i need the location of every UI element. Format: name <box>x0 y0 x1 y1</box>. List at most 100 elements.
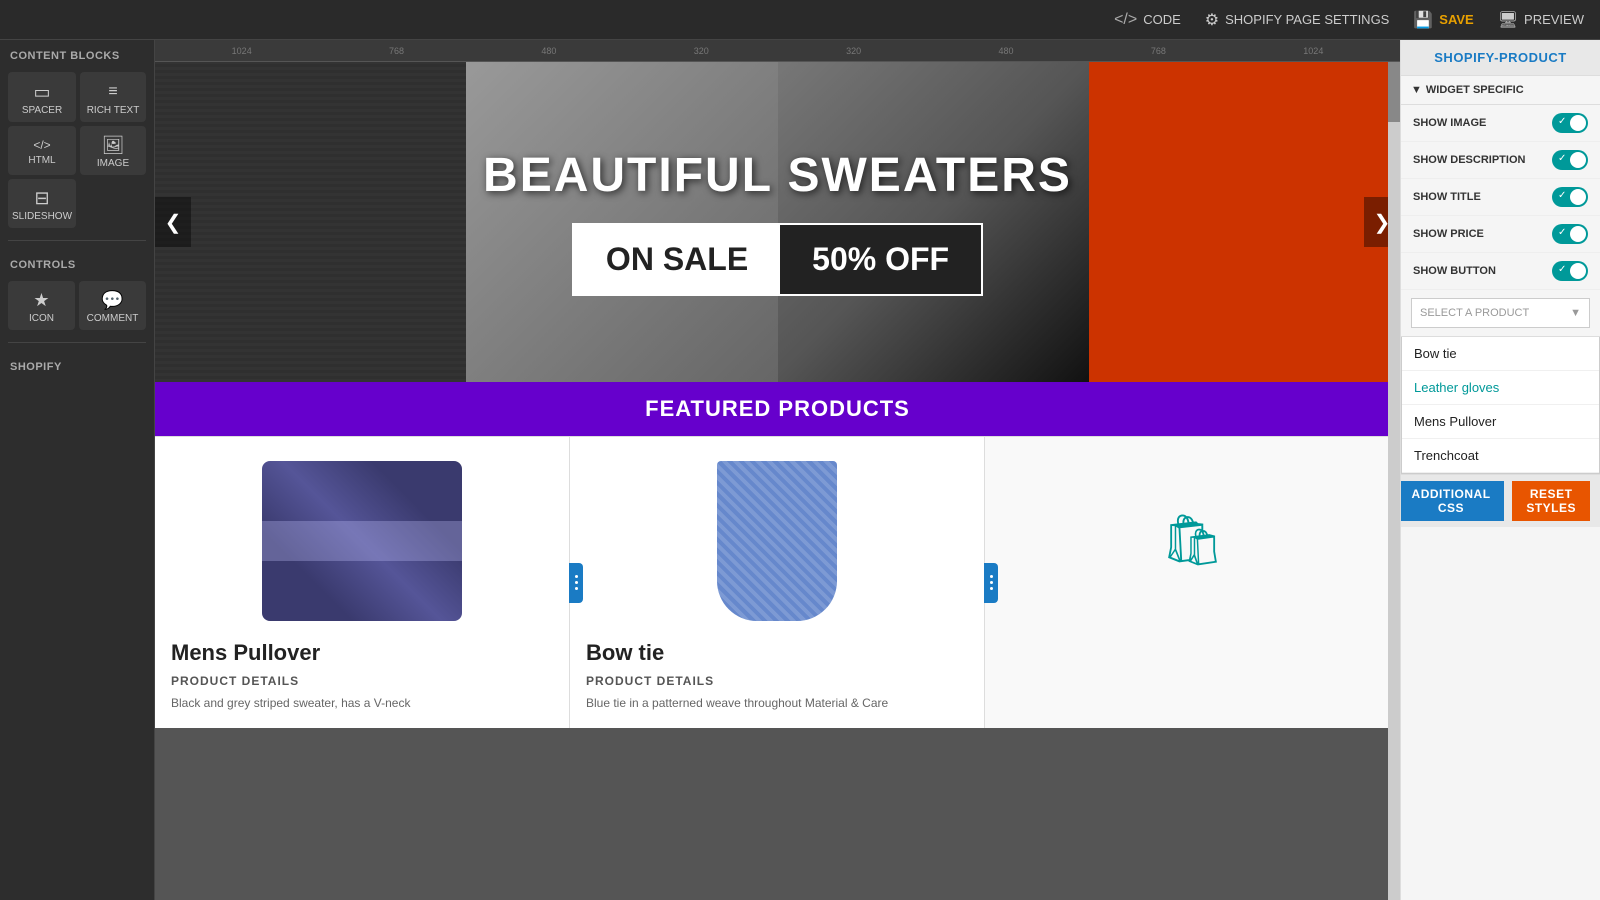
hero-sale-right: 50% OFF <box>780 225 981 294</box>
show-description-toggle[interactable]: ✓ <box>1552 150 1588 170</box>
show-button-label: SHOW BUTTON <box>1413 265 1496 277</box>
settings-label: SHOPIFY PAGE SETTINGS <box>1225 12 1389 27</box>
sidebar-divider-1 <box>8 240 146 241</box>
sidebar-item-rich-text[interactable]: ≡ RICH TEXT <box>80 72 146 122</box>
select-product-row: SELECT A PRODUCT ▼ <box>1401 290 1600 337</box>
show-button-toggle[interactable]: ✓ <box>1552 261 1588 281</box>
bag-icon: 🛍 <box>1161 511 1224 570</box>
image-label: IMAGE <box>97 158 129 169</box>
chevron-down-icon: ▼ <box>1411 84 1422 96</box>
sweater-stripe <box>262 521 462 561</box>
product-3-image: 🛍 <box>1001 453 1384 628</box>
featured-products-bar: FEATURED PRODUCTS <box>155 382 1400 436</box>
select-product-chevron: ▼ <box>1570 307 1581 319</box>
toggle-show-title: SHOW TITLE ✓ <box>1401 179 1600 216</box>
sweater-image <box>262 461 462 621</box>
slideshow-label: SLIDESHOW <box>12 211 72 222</box>
ruler-1024-right: 1024 <box>1303 46 1323 56</box>
dot-4 <box>990 575 993 578</box>
show-price-toggle[interactable]: ✓ <box>1552 224 1588 244</box>
reset-styles-button[interactable]: RESET STYLES <box>1512 481 1590 521</box>
ruler-480-left: 480 <box>541 46 556 56</box>
toggle-show-button: SHOW BUTTON ✓ <box>1401 253 1600 290</box>
show-title-check: ✓ <box>1558 190 1566 201</box>
toggle-show-image: SHOW IMAGE ✓ <box>1401 105 1600 142</box>
show-image-toggle[interactable]: ✓ <box>1552 113 1588 133</box>
show-button-check: ✓ <box>1558 264 1566 275</box>
widget-specific-label: WIDGET SPECIFIC <box>1426 84 1524 96</box>
center-canvas: 1024 768 480 320 320 480 768 1024 <box>155 40 1400 900</box>
left-sidebar: CONTENT BLOCKS ▭ SPACER ≡ RICH TEXT </> … <box>0 40 155 900</box>
ruler-320-right: 320 <box>846 46 861 56</box>
sidebar-item-html[interactable]: </> HTML <box>8 126 76 175</box>
ruler-768-left: 768 <box>389 46 404 56</box>
shopify-title: SHOPIFY <box>0 351 154 379</box>
controls-grid: ★ ICON 💬 COMMENT <box>0 277 154 334</box>
dropdown-item-mens-pullover[interactable]: Mens Pullover <box>1402 405 1599 439</box>
spacer-icon: ▭ <box>34 83 51 101</box>
hero-sale-box: ON SALE 50% OFF <box>572 223 983 296</box>
product-2-details-label: PRODUCT DETAILS <box>586 674 968 688</box>
rich-text-label: RICH TEXT <box>87 105 140 116</box>
controls-title: CONTROLS <box>0 249 154 277</box>
sidebar-item-spacer[interactable]: ▭ SPACER <box>8 72 76 122</box>
show-title-toggle[interactable]: ✓ <box>1552 187 1588 207</box>
save-button[interactable]: 💾 SAVE <box>1413 10 1473 30</box>
product-1-edit-handle[interactable] <box>569 563 583 603</box>
settings-button[interactable]: ⚙ SHOPIFY PAGE SETTINGS <box>1205 10 1390 30</box>
comment-icon: 💬 <box>101 291 123 309</box>
image-icon: 🖼 <box>102 136 125 154</box>
select-product-placeholder: SELECT A PRODUCT <box>1420 307 1529 319</box>
html-icon: </> <box>33 139 50 151</box>
dropdown-item-trenchcoat[interactable]: Trenchcoat <box>1402 439 1599 473</box>
product-1-name: Mens Pullover <box>171 640 553 666</box>
sidebar-item-image[interactable]: 🖼 IMAGE <box>80 126 146 175</box>
product-col-2: Bow tie PRODUCT DETAILS Blue tie in a pa… <box>570 437 985 728</box>
show-image-label: SHOW IMAGE <box>1413 117 1486 129</box>
sidebar-divider-2 <box>8 342 146 343</box>
sidebar-item-icon[interactable]: ★ ICON <box>8 281 75 330</box>
scrollbar-thumb[interactable] <box>1388 62 1400 122</box>
additional-css-button[interactable]: ADDITIONAL CSS <box>1400 481 1504 521</box>
slider-prev-button[interactable]: ❮ <box>155 197 191 247</box>
show-image-check: ✓ <box>1558 116 1566 127</box>
canvas-content: BEAUTIFUL SWEATERS ON SALE 50% OFF ❮ ❯ F… <box>155 62 1400 728</box>
show-price-label: SHOW PRICE <box>1413 228 1484 240</box>
ruler-480-right: 480 <box>999 46 1014 56</box>
dot-3 <box>575 587 578 590</box>
sidebar-item-comment[interactable]: 💬 COMMENT <box>79 281 146 330</box>
sidebar-item-slideshow[interactable]: ⊟ SLIDESHOW <box>8 179 76 228</box>
product-1-image <box>171 453 553 628</box>
ruler-768-right: 768 <box>1151 46 1166 56</box>
toggle-show-description: SHOW DESCRIPTION ✓ <box>1401 142 1600 179</box>
preview-button[interactable]: 🖥 PREVIEW <box>1498 10 1584 30</box>
hero-slider: BEAUTIFUL SWEATERS ON SALE 50% OFF ❮ ❯ <box>155 62 1400 382</box>
save-label: SAVE <box>1439 12 1473 27</box>
dropdown-item-leather-gloves[interactable]: Leather gloves <box>1402 371 1599 405</box>
product-2-name: Bow tie <box>586 640 968 666</box>
product-2-edit-handle[interactable] <box>984 563 998 603</box>
dot-1 <box>575 575 578 578</box>
code-button[interactable]: </> CODE <box>1114 11 1181 29</box>
product-2-desc: Blue tie in a patterned weave throughout… <box>586 694 968 712</box>
product-1-details-label: PRODUCT DETAILS <box>171 674 553 688</box>
show-price-check: ✓ <box>1558 227 1566 238</box>
code-icon: </> <box>1114 11 1137 29</box>
scrollbar-track[interactable] <box>1388 62 1400 900</box>
spacer-label: SPACER <box>22 105 62 116</box>
product-dropdown-menu: Bow tie Leather gloves Mens Pullover Tre… <box>1401 337 1600 474</box>
select-product-button[interactable]: SELECT A PRODUCT ▼ <box>1411 298 1590 328</box>
preview-label: PREVIEW <box>1524 12 1584 27</box>
monitor-icon: 🖥 <box>1498 10 1518 30</box>
canvas-scroll[interactable]: BEAUTIFUL SWEATERS ON SALE 50% OFF ❮ ❯ F… <box>155 62 1400 900</box>
widget-specific-header: ▼ WIDGET SPECIFIC <box>1401 76 1600 105</box>
topbar: </> CODE ⚙ SHOPIFY PAGE SETTINGS 💾 SAVE … <box>0 0 1600 40</box>
rich-text-icon: ≡ <box>108 82 117 101</box>
save-icon: 💾 <box>1413 10 1433 30</box>
dropdown-item-bow-tie[interactable]: Bow tie <box>1402 337 1599 371</box>
ruler-320-left: 320 <box>694 46 709 56</box>
toggle-show-price: SHOW PRICE ✓ <box>1401 216 1600 253</box>
dot-6 <box>990 587 993 590</box>
product-1-desc: Black and grey striped sweater, has a V-… <box>171 694 553 712</box>
ruler: 1024 768 480 320 320 480 768 1024 <box>155 40 1400 62</box>
